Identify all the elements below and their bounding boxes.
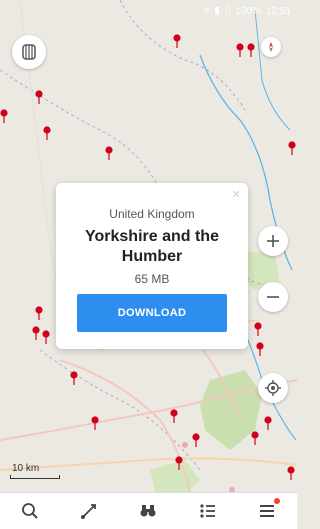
my-location-button[interactable] [258, 373, 288, 403]
bookmarks-button[interactable] [193, 496, 223, 526]
status-bar: ⌖ ▮ ▯ 100% 12:51 [0, 0, 297, 22]
bottom-toolbar [0, 492, 297, 529]
scale-bar [10, 475, 60, 479]
discover-button[interactable] [133, 496, 163, 526]
menu-button[interactable] [252, 496, 282, 526]
menu-icon [260, 505, 275, 517]
zoom-out-icon [267, 296, 279, 298]
scale-label: 10 km [12, 463, 40, 474]
notification-badge [274, 498, 281, 504]
card-region: United Kingdom [109, 207, 195, 221]
compass-button[interactable] [261, 37, 281, 57]
zoom-in-icon [267, 235, 279, 247]
download-button[interactable]: DOWNLOAD [77, 294, 227, 332]
status-time: 12:51 [265, 5, 291, 17]
signal-icon: ▮ [214, 5, 220, 16]
battery-icon: ▯ [224, 5, 231, 16]
zoom-out-button[interactable] [258, 282, 288, 312]
close-icon[interactable]: ✕ [232, 188, 241, 201]
battery-percent: 100% [235, 5, 261, 17]
app-screen: ⌖ ▮ ▯ 100% 12:51 ✕ United Kingdom Yorksh… [0, 0, 297, 529]
card-size: 65 MB [134, 272, 170, 286]
layers-button[interactable] [12, 35, 46, 69]
download-map-card: ✕ United Kingdom Yorkshire and the Humbe… [56, 183, 248, 349]
search-button[interactable] [15, 496, 45, 526]
layers-icon [22, 44, 36, 60]
my-location-icon [265, 380, 281, 396]
binoculars-icon [140, 505, 156, 517]
location-icon: ⌖ [203, 5, 210, 16]
route-icon [81, 504, 96, 519]
bookmarks-list-icon [200, 504, 215, 518]
zoom-in-button[interactable] [258, 226, 288, 256]
search-icon [21, 503, 38, 519]
card-title: Yorkshire and the Humber [85, 228, 219, 265]
compass-icon [269, 42, 273, 52]
route-button[interactable] [74, 496, 104, 526]
